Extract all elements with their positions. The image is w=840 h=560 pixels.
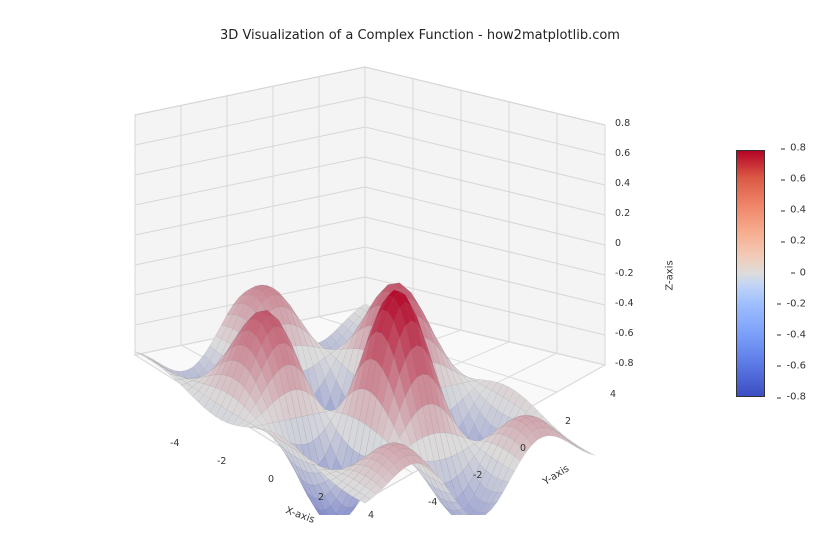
z-tick: -0.8 (615, 358, 634, 369)
colorbar-gradient (737, 151, 764, 396)
cb-tick: 0.2 (790, 236, 806, 247)
x-tick: 0 (268, 474, 274, 485)
cb-tick: -0.8 (786, 392, 806, 403)
axes3d-svg (65, 55, 675, 515)
cb-tick: 0.4 (790, 205, 806, 216)
y-tick: -4 (428, 497, 437, 508)
z-tick: 0.4 (615, 178, 630, 189)
colorbar (736, 150, 765, 397)
y-tick: 4 (610, 389, 616, 400)
x-tick: 4 (368, 510, 374, 521)
z-tick: 0.8 (615, 118, 630, 129)
cb-tick: -0.4 (786, 329, 806, 340)
chart-title: 3D Visualization of a Complex Function -… (0, 28, 840, 43)
x-tick: -4 (170, 438, 179, 449)
cb-tick: -0.6 (786, 360, 806, 371)
cb-tick: 0.8 (790, 143, 806, 154)
cb-tick: 0 (800, 267, 806, 278)
z-tick: 0 (615, 238, 621, 249)
z-tick: -0.2 (615, 268, 634, 279)
z-tick: -0.6 (615, 328, 634, 339)
x-tick: 2 (318, 492, 324, 503)
x-tick: -2 (217, 456, 226, 467)
axes3d[interactable] (65, 55, 675, 515)
y-tick: -2 (473, 470, 482, 481)
cb-tick: -0.2 (786, 298, 806, 309)
z-tick: 0.2 (615, 208, 630, 219)
z-tick: -0.4 (615, 298, 634, 309)
z-tick: 0.6 (615, 148, 630, 159)
cb-tick: 0.6 (790, 174, 806, 185)
figure: 3D Visualization of a Complex Function -… (0, 0, 840, 560)
y-tick: 0 (520, 443, 526, 454)
z-axis-label: Z-axis (665, 260, 676, 290)
y-tick: 2 (565, 416, 571, 427)
